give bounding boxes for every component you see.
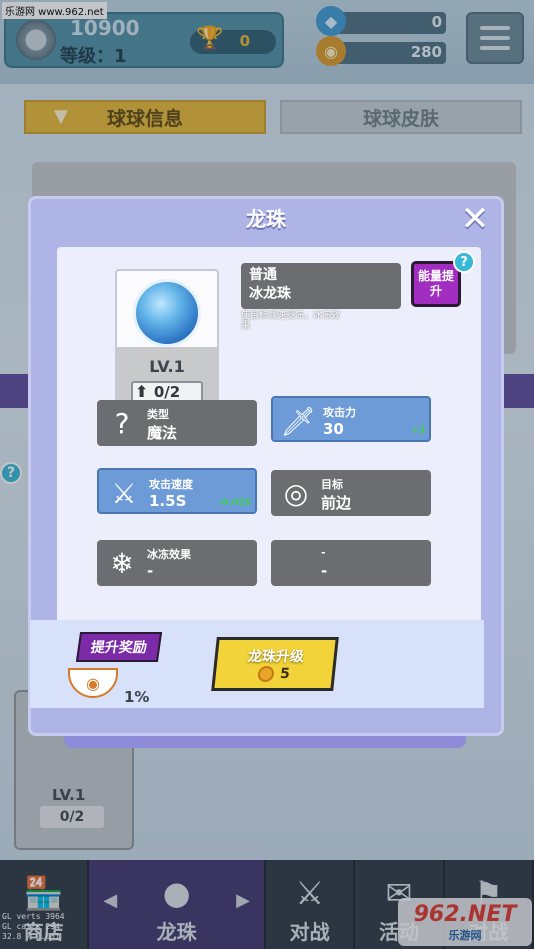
upgrade-cost-value: 5 — [279, 666, 291, 682]
stat-target: ◎ 目标 前边 — [271, 470, 431, 516]
stat-label: 攻击速度 — [149, 478, 193, 491]
ball-name: 冰龙珠 — [249, 286, 291, 302]
ball-level: LV.1 — [149, 357, 185, 376]
stat-type: ? 类型 魔法 — [97, 400, 257, 446]
upgrade-label: 龙珠升级 — [246, 649, 305, 665]
target-icon: ◎ — [283, 476, 309, 510]
stat-value: 1.5S — [149, 492, 187, 510]
help-icon[interactable]: ? — [453, 251, 475, 273]
stat-value: - — [321, 562, 328, 580]
arrow-up-icon: ⬆ — [135, 382, 149, 401]
upgrade-cost: 5 — [257, 666, 291, 682]
stat-label: 类型 — [147, 408, 169, 421]
stat-freeze: ❄ 冰冻效果 - — [97, 540, 257, 586]
stat-label: - — [321, 546, 326, 559]
ball-progress-value: 0/2 — [153, 383, 181, 401]
close-button[interactable]: ✕ — [457, 199, 493, 239]
upgrade-button[interactable]: 龙珠升级 5 — [211, 637, 339, 691]
stat-empty: - - — [271, 540, 431, 586]
energy-boost-button[interactable]: 能量提升 — [411, 261, 461, 307]
sword-icon: 🗡 — [280, 404, 316, 438]
stat-value: 魔法 — [147, 424, 178, 442]
stat-attack: 🗡 攻击力 30 +3 — [271, 396, 431, 442]
modal-title: 龙珠 — [246, 207, 286, 231]
stat-attack-speed: ⚔ 攻击速度 1.5S -0.02S — [97, 468, 257, 514]
ball-rarity: 普通 — [249, 267, 277, 283]
stat-value: 30 — [323, 420, 344, 438]
stat-label: 目标 — [321, 478, 343, 491]
ball-name-box: 普通 冰龙珠 — [241, 263, 401, 309]
wing-sword-icon: ⚔ — [111, 476, 137, 510]
stat-bonus: +3 — [411, 426, 425, 436]
ball-card: LV.1 ⬆ 0/2 — [115, 269, 219, 411]
stat-bonus: -0.02S — [218, 498, 251, 508]
stat-label: 攻击力 — [323, 406, 356, 419]
stat-label: 冰冻效果 — [147, 548, 191, 561]
reward-percent: 1% — [124, 688, 150, 706]
ice-dragon-ball-image — [133, 279, 201, 347]
ball-description: 使目标减速受冻，冰冻效果 — [241, 311, 341, 331]
reward-tag: 提升奖励 — [75, 632, 163, 662]
question-icon: ? — [114, 406, 130, 440]
stat-value: - — [147, 562, 154, 580]
coin-icon — [257, 666, 275, 682]
stat-value: 前边 — [321, 494, 352, 512]
ice-crystal-icon: ❄ — [110, 546, 134, 580]
